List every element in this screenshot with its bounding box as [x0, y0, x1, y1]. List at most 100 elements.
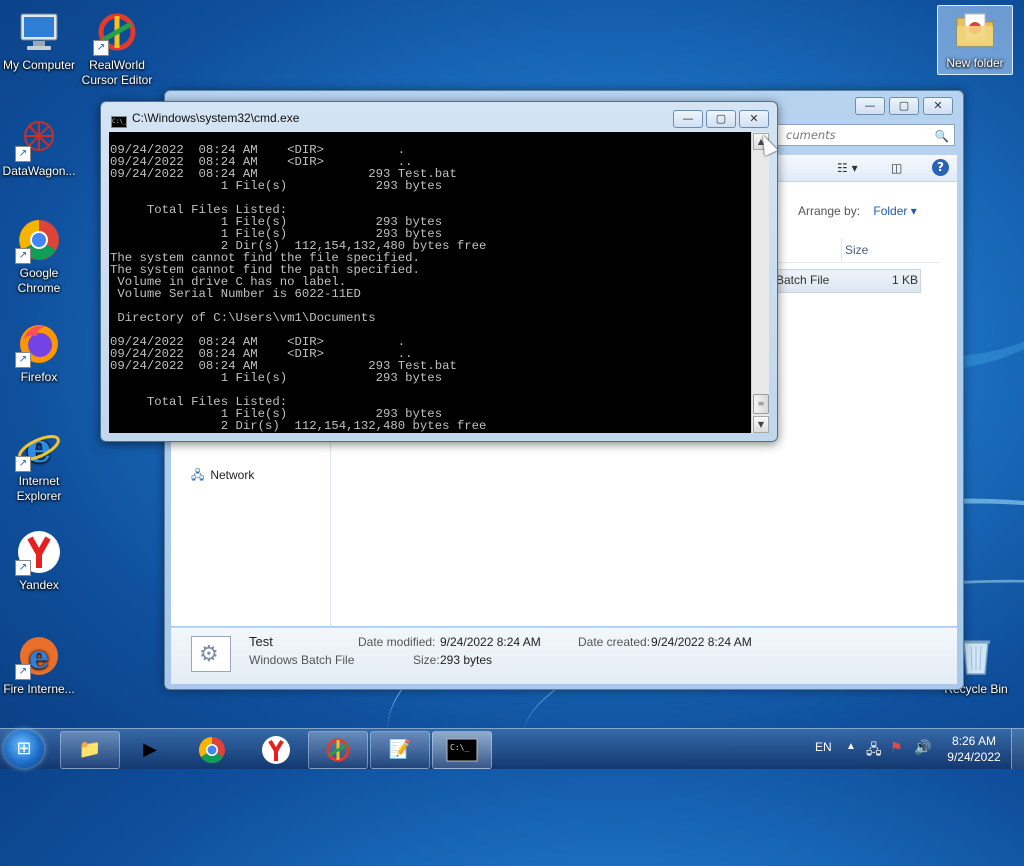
svg-text:C:\_: C:\_ [450, 743, 469, 752]
yandex-icon [262, 736, 290, 764]
media-player-icon: ▶ [143, 739, 157, 760]
shortcut-arrow-icon: ↗ [15, 664, 31, 680]
taskbar-chrome[interactable] [182, 731, 242, 769]
language-indicator[interactable]: EN [815, 740, 832, 754]
arrange-label: Arrange by: [798, 204, 861, 218]
cmd-title: C:\Windows\system32\cmd.exe [132, 111, 300, 125]
clock[interactable]: 8:26 AM 9/24/2022 [944, 733, 1004, 765]
chrome-icon: ↗ [15, 216, 63, 264]
maximize-button[interactable]: ▢ [889, 97, 919, 115]
show-desktop-button[interactable] [1011, 729, 1024, 769]
shortcut-arrow-icon: ↗ [15, 146, 31, 162]
cursor-editor-icon [326, 738, 350, 762]
desktop-icon-label: Fire Interne... [3, 682, 75, 696]
yandex-icon: ↗ [15, 528, 63, 576]
cursor-editor-icon: ↗ [93, 8, 141, 56]
details-created-value: 9/24/2022 8:24 AM [651, 635, 752, 649]
desktop-icon-label: RealWorld Cursor Editor [81, 58, 153, 87]
batch-file-icon: ⚙ [191, 636, 231, 672]
desktop-icon-realworld-cursor-editor[interactable]: ↗ RealWorld Cursor Editor [78, 8, 156, 88]
details-pane: ⚙ Test Windows Batch File Date modified:… [171, 627, 957, 684]
shortcut-arrow-icon: ↗ [15, 352, 31, 368]
details-modified-value: 9/24/2022 8:24 AM [440, 635, 541, 649]
shortcut-arrow-icon: ↗ [93, 40, 109, 56]
arrange-dropdown[interactable]: Folder ▾ [873, 204, 916, 218]
preview-pane-icon[interactable]: ◫ [891, 159, 902, 177]
search-input[interactable]: cuments 🔍 [777, 124, 955, 146]
desktop-icon-label: Firefox [20, 370, 58, 384]
folder-icon [951, 6, 999, 54]
taskbar-cmd[interactable]: C:\_ [432, 731, 492, 769]
console-output[interactable]: 09/24/2022 08:24 AM <DIR> . 09/24/2022 0… [109, 132, 751, 433]
views-button[interactable]: ☷ ▾ [837, 159, 858, 177]
notepad-icon: 📝 [388, 739, 412, 760]
details-file-name: Test [249, 634, 273, 649]
shortcut-arrow-icon: ↗ [15, 248, 31, 264]
desktop-icon-datawagon[interactable]: ↗ DataWagon... [0, 114, 78, 179]
minimize-button[interactable]: — [855, 97, 885, 115]
nav-item-network[interactable]: 🖧 Network [191, 466, 254, 487]
desktop-icon-new-folder[interactable]: New folder [937, 5, 1013, 75]
desktop-icon-internet-explorer[interactable]: e ↗ Internet Explorer [0, 424, 78, 504]
taskbar-cursor-editor[interactable] [308, 731, 368, 769]
arrange-by: Arrange by: Folder ▾ [798, 204, 917, 218]
scroll-thumb[interactable]: ≡ [753, 394, 769, 414]
column-header-size[interactable]: Size [845, 243, 868, 257]
cmd-title-bar[interactable]: C:\_ C:\Windows\system32\cmd.exe [111, 111, 299, 128]
firefox-icon: ↗ [15, 320, 63, 368]
start-button[interactable]: ⊞ [4, 730, 44, 768]
internet-explorer-icon: e ↗ [15, 424, 63, 472]
fire-internet-icon: e ↗ [15, 632, 63, 680]
desktop-icon-my-computer[interactable]: My Computer [0, 8, 78, 73]
clock-date: 9/24/2022 [947, 750, 1001, 764]
desktop-icon-label: Internet Explorer [16, 474, 62, 503]
shortcut-arrow-icon: ↗ [15, 456, 31, 472]
search-icon[interactable]: 🔍 [935, 126, 949, 146]
close-button[interactable]: ✕ [923, 97, 953, 115]
taskbar-notepad[interactable]: 📝 [370, 731, 430, 769]
cmd-window-controls: — ▢ ✕ [673, 110, 769, 128]
desktop-icon-google-chrome[interactable]: ↗ Google Chrome [0, 216, 78, 296]
desktop-icon-label: Yandex [19, 578, 59, 592]
clock-time: 8:26 AM [951, 734, 997, 748]
desktop-icon-label: My Computer [2, 58, 76, 72]
volume-icon[interactable]: 🔊 [914, 739, 931, 756]
show-hidden-icons[interactable]: ▲ [846, 741, 856, 752]
arrange-value: Folder [873, 204, 908, 218]
close-button[interactable]: ✕ [739, 110, 769, 128]
explorer-window-controls: — ▢ ✕ [855, 97, 953, 115]
details-size-value: 293 bytes [440, 653, 493, 667]
taskbar-yandex[interactable] [246, 731, 306, 769]
datawagon-icon: ↗ [15, 114, 63, 162]
folder-icon: 📁 [78, 739, 102, 760]
cmd-icon: C:\_ [111, 116, 127, 128]
chrome-icon [198, 736, 225, 764]
minimize-button[interactable]: — [673, 110, 703, 128]
console-text: 09/24/2022 08:24 AM <DIR> . 09/24/2022 0… [110, 143, 487, 433]
help-icon[interactable]: ? [932, 159, 949, 176]
network-tray-icon[interactable]: 🖧 [866, 739, 882, 763]
nav-item-label: Network [210, 468, 255, 482]
cmd-window[interactable]: C:\_ C:\Windows\system32\cmd.exe — ▢ ✕ 09… [100, 101, 778, 442]
svg-text:e: e [29, 638, 49, 676]
details-size-label: Size: [413, 653, 440, 667]
desktop-icon-yandex[interactable]: ↗ Yandex [0, 528, 78, 593]
taskbar-explorer[interactable]: 📁 [60, 731, 120, 769]
action-center-icon[interactable]: ⚑ [890, 739, 903, 756]
column-separator [841, 238, 842, 262]
maximize-button[interactable]: ▢ [706, 110, 736, 128]
file-size-cell: 1 KB [891, 273, 918, 287]
scroll-down-button[interactable]: ▼ [753, 416, 769, 433]
shortcut-arrow-icon: ↗ [15, 560, 31, 576]
desktop-icon-label: Google Chrome [17, 266, 61, 295]
details-modified-label: Date modified: [358, 635, 436, 649]
taskbar-media-player[interactable]: ▶ [120, 731, 180, 769]
computer-icon [15, 8, 63, 56]
desktop-icon-firefox[interactable]: ↗ Firefox [0, 320, 78, 385]
details-created-label: Date created: [578, 635, 651, 649]
cmd-icon: C:\_ [446, 738, 478, 762]
network-icon: 🖧 [191, 468, 205, 482]
desktop-icon-label: New folder [946, 56, 1004, 70]
vertical-scrollbar[interactable]: ▲ ≡ ▼ [751, 132, 769, 433]
desktop-icon-fire-internet[interactable]: e ↗ Fire Interne... [0, 632, 78, 697]
